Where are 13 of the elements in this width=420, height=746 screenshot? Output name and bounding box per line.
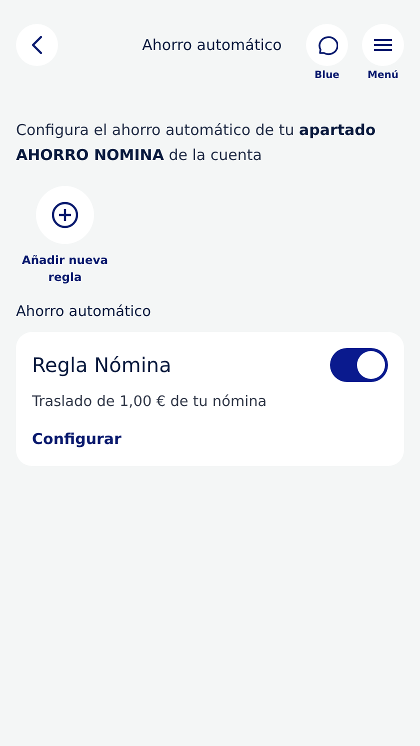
add-rule-button[interactable]: Añadir nueva regla (16, 186, 114, 286)
section-title: Ahorro automático (16, 304, 152, 320)
chat-bubble-icon (316, 34, 338, 56)
toggle-switch[interactable] (330, 348, 388, 382)
page-title: Ahorro automático (141, 35, 283, 56)
intro-text: Configura el ahorro automático de tu apartado AHORRO NOMINA de la cuenta (16, 120, 377, 166)
menu-icon (373, 38, 393, 52)
plus-circle-icon (51, 201, 79, 229)
back-button[interactable] (16, 24, 58, 66)
rule-description: Traslado de 1,00 € de tu nómina (32, 394, 268, 410)
rule-name: Regla Nómina (32, 353, 172, 377)
back-icon (31, 35, 43, 55)
configure-link[interactable]: Configurar (32, 430, 122, 448)
